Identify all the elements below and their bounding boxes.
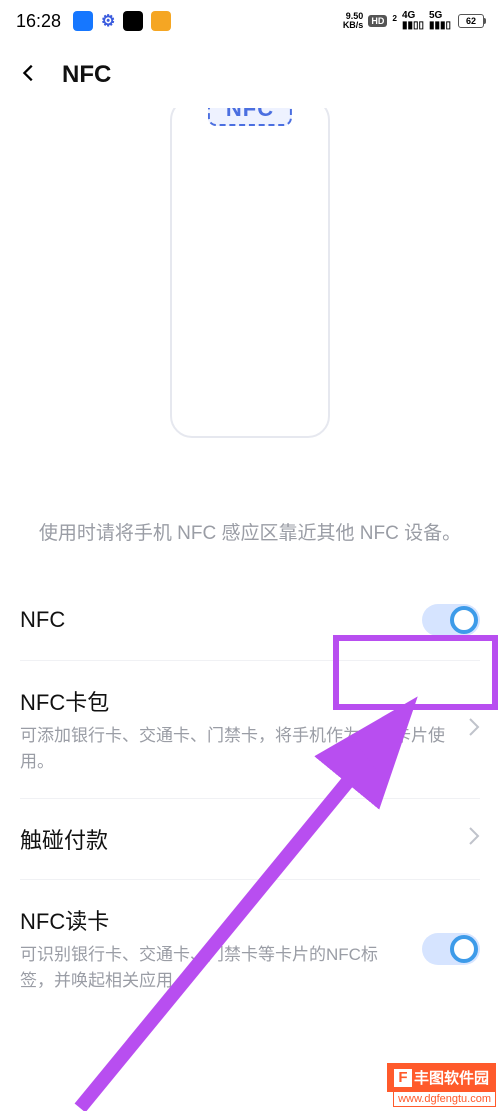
setting-content: NFC读卡 可识别银行卡、交通卡、门禁卡等卡片的NFC标签，并唤起相关应用。	[20, 904, 422, 993]
reader-toggle[interactable]	[422, 933, 480, 965]
phone-frame: NFC	[170, 108, 330, 438]
back-icon[interactable]	[18, 59, 40, 91]
app-icon-blue	[73, 11, 93, 31]
setting-nfc-label: NFC	[20, 607, 65, 633]
setting-card-wallet-desc: 可添加银行卡、交通卡、门禁卡，将手机作为虚拟卡片使用。	[20, 723, 468, 774]
setting-nfc[interactable]: NFC	[20, 580, 480, 660]
setting-reader-label: NFC读卡	[20, 904, 422, 936]
hd-badge: HD	[368, 15, 387, 27]
setting-reader[interactable]: NFC读卡 可识别银行卡、交通卡、门禁卡等卡片的NFC标签，并唤起相关应用。	[20, 880, 480, 1043]
setting-reader-desc: 可识别银行卡、交通卡、门禁卡等卡片的NFC标签，并唤起相关应用。	[20, 942, 422, 993]
setting-card-wallet-label: NFC卡包	[20, 685, 468, 717]
setting-content: NFC卡包 可添加银行卡、交通卡、门禁卡，将手机作为虚拟卡片使用。	[20, 685, 468, 774]
setting-touch-pay[interactable]: 触碰付款	[20, 799, 480, 879]
status-left: 16:28 ⚙	[16, 11, 171, 32]
setting-touch-pay-label: 触碰付款	[20, 823, 108, 855]
nfc-illustration: NFC	[0, 108, 500, 468]
app-icon-black	[123, 11, 143, 31]
signal-4g: 4G ▮▮▯▯	[402, 11, 424, 31]
chevron-right-icon	[468, 717, 480, 743]
watermark-f-icon: F	[394, 1069, 412, 1087]
watermark-brand: F 丰图软件园	[387, 1063, 496, 1092]
watermark: F 丰图软件园 www.dgfengtu.com	[387, 1063, 496, 1107]
toggle-knob	[450, 606, 478, 634]
watermark-url: www.dgfengtu.com	[393, 1092, 496, 1107]
sim-indicator: 2	[392, 13, 397, 28]
clock: 16:28	[16, 11, 61, 32]
nfc-toggle[interactable]	[422, 604, 480, 636]
network-speed: 9.50 KB/s	[343, 12, 364, 30]
toggle-knob	[450, 935, 478, 963]
hint-text: 使用时请将手机 NFC 感应区靠近其他 NFC 设备。	[0, 468, 500, 580]
status-right: 9.50 KB/s HD 2 4G ▮▮▯▯ 5G ▮▮▮▯ 62	[343, 11, 484, 31]
settings-list: NFC NFC卡包 可添加银行卡、交通卡、门禁卡，将手机作为虚拟卡片使用。 触碰…	[0, 580, 500, 1043]
page-header: NFC	[0, 42, 500, 108]
app-icon-paw: ⚙	[101, 11, 115, 31]
status-bar: 16:28 ⚙ 9.50 KB/s HD 2 4G ▮▮▯▯ 5G ▮▮▮▯ 6…	[0, 0, 500, 42]
setting-card-wallet[interactable]: NFC卡包 可添加银行卡、交通卡、门禁卡，将手机作为虚拟卡片使用。	[20, 661, 480, 798]
app-icon-orange	[151, 11, 171, 31]
chevron-right-icon	[468, 826, 480, 852]
nfc-badge: NFC	[208, 108, 292, 126]
battery-icon: 62	[458, 14, 484, 28]
page-title: NFC	[62, 61, 111, 89]
signal-5g: 5G ▮▮▮▯	[429, 11, 451, 31]
